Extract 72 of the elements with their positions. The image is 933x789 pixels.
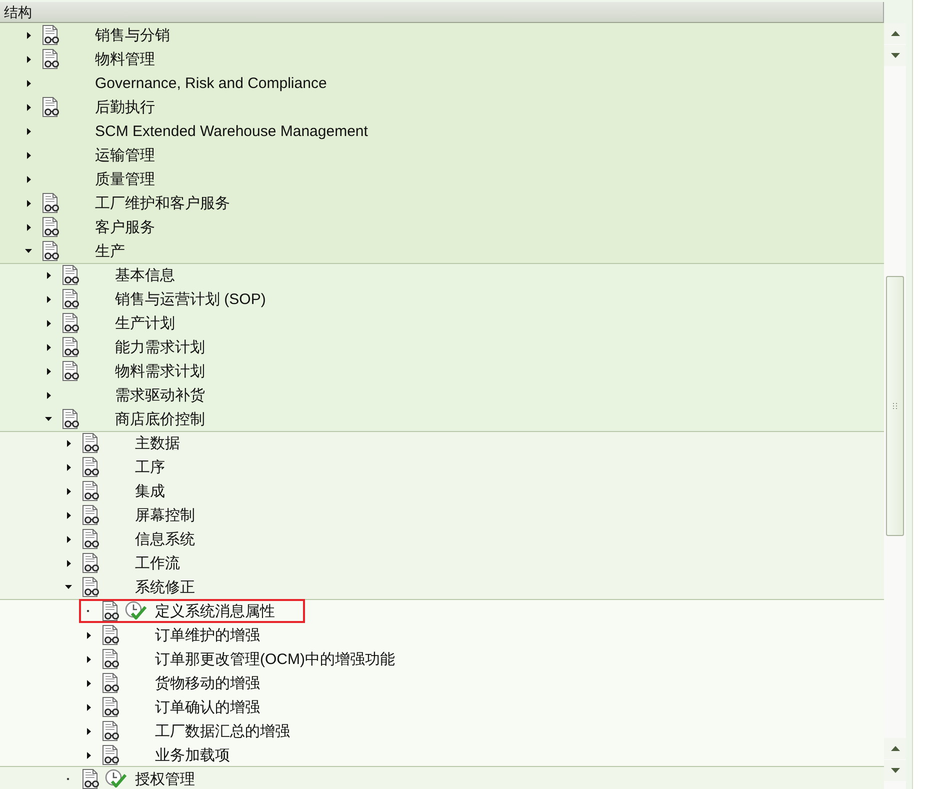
scroll-down-button[interactable] (884, 760, 906, 781)
caret-down-icon[interactable] (25, 249, 32, 253)
scroll-up-button[interactable] (884, 738, 906, 759)
caret-right-icon[interactable] (87, 728, 91, 734)
caret-right-icon[interactable] (27, 224, 31, 230)
caret-right-icon[interactable] (47, 344, 51, 350)
tree-item[interactable]: 主数据 (135, 434, 180, 452)
tree-item[interactable]: Governance, Risk and Compliance (95, 74, 327, 92)
arrow-down-icon (890, 53, 900, 58)
caret-right-icon[interactable] (27, 56, 31, 62)
caret-right-icon[interactable] (27, 104, 31, 110)
caret-right-icon[interactable] (67, 440, 71, 446)
caret-right-icon[interactable] (67, 464, 71, 470)
arrow-up-icon (890, 746, 900, 751)
scrollbar-thumb[interactable] (886, 276, 904, 536)
tree-item[interactable]: 系统修正 (135, 578, 195, 596)
tree-item[interactable]: 授权管理 (135, 770, 195, 788)
tree-item[interactable]: 订单维护的增强 (155, 626, 260, 644)
tree-item[interactable]: 能力需求计划 (115, 338, 205, 356)
tree-item[interactable]: 质量管理 (95, 170, 155, 188)
tree-item[interactable]: 工厂数据汇总的增强 (155, 722, 290, 740)
tree-item[interactable]: 业务加载项 (155, 746, 230, 764)
tree-item[interactable]: 需求驱动补货 (115, 386, 205, 404)
caret-right-icon[interactable] (87, 680, 91, 686)
tree-item[interactable]: 工厂维护和客户服务 (95, 194, 230, 212)
tree-item[interactable]: 物料管理 (95, 50, 155, 68)
tree-item[interactable]: 工序 (135, 458, 165, 476)
caret-right-icon[interactable] (47, 272, 51, 278)
tree-item[interactable]: 基本信息 (115, 266, 175, 284)
tree-item[interactable]: 信息系统 (135, 530, 195, 548)
caret-down-icon[interactable] (45, 417, 52, 421)
caret-right-icon[interactable] (87, 752, 91, 758)
scroll-up-button[interactable] (884, 23, 906, 44)
tree-item[interactable]: 定义系统消息属性 (155, 602, 275, 620)
caret-right-icon[interactable] (67, 560, 71, 566)
tree-item[interactable]: 销售与分销 (95, 26, 170, 44)
caret-down-icon[interactable] (65, 585, 72, 589)
caret-right-icon[interactable] (27, 32, 31, 38)
caret-right-icon[interactable] (27, 200, 31, 206)
tree-item[interactable]: 生产计划 (115, 314, 175, 332)
arrow-down-icon (890, 768, 900, 773)
caret-right-icon[interactable] (87, 704, 91, 710)
tree-item[interactable]: 商店底价控制 (115, 410, 205, 428)
caret-right-icon[interactable] (27, 80, 31, 86)
caret-right-icon[interactable] (27, 128, 31, 134)
tree-item[interactable]: 客户服务 (95, 218, 155, 236)
tree-item[interactable]: 订单确认的增强 (155, 698, 260, 716)
tree-item[interactable]: 屏幕控制 (135, 506, 195, 524)
column-header: 结构 (0, 2, 884, 23)
scroll-down-button[interactable] (884, 45, 906, 66)
caret-right-icon[interactable] (47, 368, 51, 374)
caret-right-icon[interactable] (67, 488, 71, 494)
tree-item[interactable]: SCM Extended Warehouse Management (95, 122, 368, 140)
caret-right-icon[interactable] (67, 512, 71, 518)
arrow-up-icon (890, 31, 900, 36)
tree-item[interactable]: 后勤执行 (95, 98, 155, 116)
tree-item[interactable]: 生产 (95, 242, 125, 260)
caret-right-icon[interactable] (47, 320, 51, 326)
caret-right-icon[interactable] (47, 392, 51, 398)
tree-item[interactable]: 货物移动的增强 (155, 674, 260, 692)
caret-right-icon[interactable] (67, 536, 71, 542)
caret-right-icon[interactable] (47, 296, 51, 302)
tree-item[interactable]: 运输管理 (95, 146, 155, 164)
caret-right-icon[interactable] (27, 176, 31, 182)
tree-item[interactable]: 销售与运营计划 (SOP) (115, 290, 266, 308)
caret-right-icon[interactable] (27, 152, 31, 158)
tree-item[interactable]: 集成 (135, 482, 165, 500)
caret-right-icon[interactable] (87, 656, 91, 662)
tree-item[interactable]: 订单那更改管理(OCM)中的增强功能 (155, 650, 395, 668)
caret-right-icon[interactable] (87, 632, 91, 638)
tree-item[interactable]: 工作流 (135, 554, 180, 572)
tree-item[interactable]: 物料需求计划 (115, 362, 205, 380)
